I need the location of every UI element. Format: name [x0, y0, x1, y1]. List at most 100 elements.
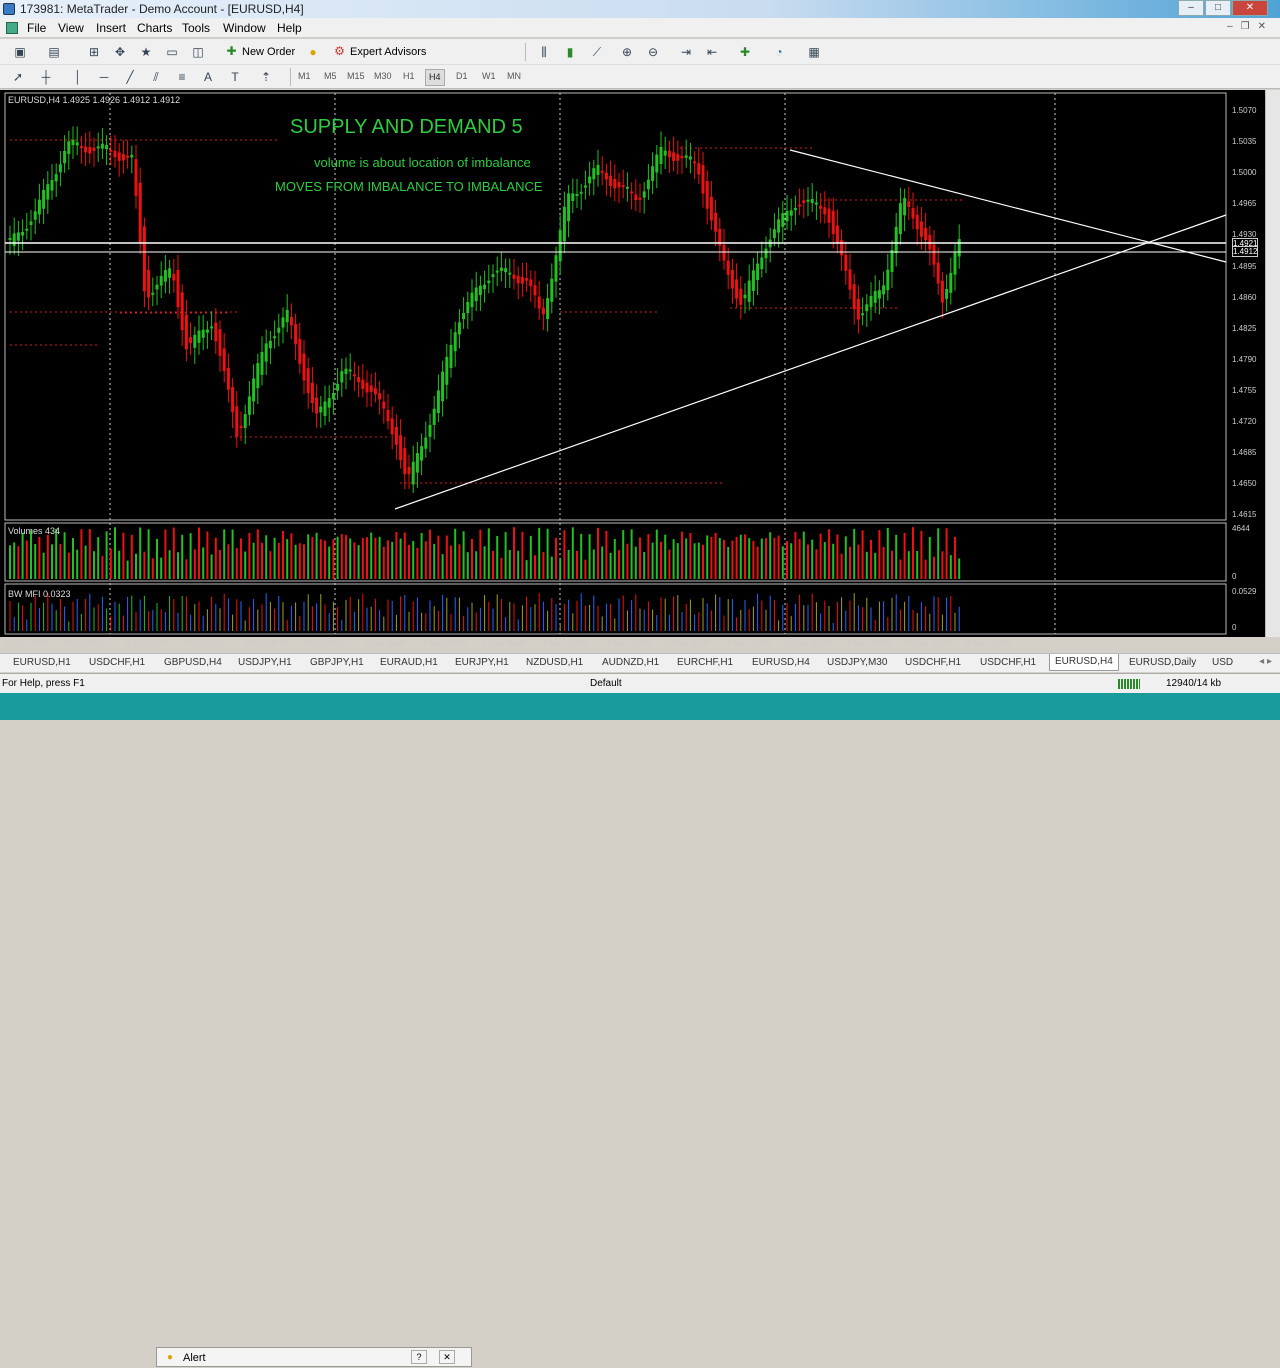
toolbar-separator	[525, 43, 526, 61]
crosshair-icon[interactable]: ┼	[38, 69, 54, 85]
trendline-icon[interactable]: ╱	[122, 69, 138, 85]
price-label: 1.5035	[1232, 137, 1257, 146]
chart-tab[interactable]: EURUSD,H1	[13, 657, 71, 668]
templates-icon[interactable]: ▦	[806, 44, 822, 60]
menu-file[interactable]: File	[27, 21, 46, 35]
zoom-in-icon[interactable]: ⊕	[619, 44, 635, 60]
chart-window[interactable]: EURUSD,H4 1.4925 1.4926 1.4912 1.4912 SU…	[0, 90, 1265, 648]
candle-body	[105, 144, 109, 150]
timeframe-d1[interactable]: D1	[456, 71, 468, 81]
title-bar: 173981: MetaTrader - Demo Account - [EUR…	[0, 0, 1280, 18]
new-order-button[interactable]: ✚ New Order	[222, 42, 295, 62]
terminal-icon[interactable]: ▭	[164, 44, 180, 60]
market-watch-icon[interactable]: ⊞	[86, 44, 102, 60]
timeframe-h1[interactable]: H1	[403, 71, 415, 81]
candle-body	[772, 229, 776, 239]
timeframe-m15[interactable]: M15	[347, 71, 365, 81]
candle-body	[88, 147, 92, 154]
menu-charts[interactable]: Charts	[137, 21, 172, 35]
chart-tab[interactable]: GBPUSD,H4	[164, 657, 222, 668]
maximize-button[interactable]: □	[1205, 0, 1231, 16]
cursor-icon[interactable]: ➚	[10, 69, 26, 85]
text-label-icon[interactable]: T	[227, 69, 243, 85]
periods-icon[interactable]: ◔	[771, 44, 787, 60]
tab-scroll-arrows[interactable]: ◂ ▸	[1259, 656, 1272, 667]
chart-tab[interactable]: USDCHF,H1	[905, 657, 961, 668]
navigator-icon[interactable]: ✥	[112, 44, 128, 60]
zoom-out-icon[interactable]: ⊖	[645, 44, 661, 60]
timeframe-m30[interactable]: M30	[374, 71, 392, 81]
menu-insert[interactable]: Insert	[96, 21, 126, 35]
chart-shift-icon[interactable]: ⇤	[704, 44, 720, 60]
alert-close-icon[interactable]: ✕	[439, 1350, 455, 1364]
timeframe-h4[interactable]: H4	[425, 69, 445, 86]
strategy-tester-icon[interactable]: ◫	[190, 44, 206, 60]
close-button[interactable]: ✕	[1232, 0, 1268, 16]
candle-body	[730, 269, 734, 289]
chart-tab[interactable]: EURUSD,Daily	[1129, 657, 1196, 668]
candle-body	[600, 170, 604, 173]
indicators-icon[interactable]: ✚	[737, 44, 753, 60]
menu-tools[interactable]: Tools	[182, 21, 210, 35]
candle-body	[210, 326, 214, 329]
candle-body	[789, 210, 793, 216]
alert-window[interactable]: ● Alert ? ✕	[156, 1347, 472, 1367]
annotation-line-1: volume is about location of imbalance	[314, 155, 531, 170]
timeframe-w1[interactable]: W1	[482, 71, 496, 81]
candle-body	[79, 146, 83, 149]
chart-tab[interactable]: EURJPY,H1	[455, 657, 509, 668]
desktop-background	[0, 693, 1280, 720]
profiles-icon[interactable]: ▤	[46, 44, 62, 60]
chart-tab-active[interactable]: EURUSD,H4	[1049, 654, 1119, 671]
candle-body	[130, 154, 134, 158]
vertical-line-icon[interactable]: │	[70, 69, 86, 85]
chart-tab[interactable]: USD	[1212, 657, 1233, 668]
candle-body	[436, 390, 440, 414]
text-icon[interactable]: A	[200, 69, 216, 85]
menu-view[interactable]: View	[58, 21, 84, 35]
menu-help[interactable]: Help	[277, 21, 302, 35]
chart-tab[interactable]: EURAUD,H1	[380, 657, 438, 668]
chart-tab[interactable]: USDJPY,H1	[238, 657, 292, 668]
candle-body	[319, 406, 323, 413]
chart-tab[interactable]: USDCHF,H1	[980, 657, 1036, 668]
candle-body	[588, 176, 592, 184]
chart-tab[interactable]: GBPJPY,H1	[310, 657, 364, 668]
alert-help-icon[interactable]: ?	[411, 1350, 427, 1364]
auto-scroll-icon[interactable]: ⇥	[678, 44, 694, 60]
fibonacci-icon[interactable]: ≡	[174, 69, 190, 85]
chart-tab[interactable]: NZDUSD,H1	[526, 657, 583, 668]
timeframe-mn[interactable]: MN	[507, 71, 521, 81]
chart-tab[interactable]: EURUSD,H4	[752, 657, 810, 668]
new-order-label: New Order	[242, 46, 296, 58]
chart-canvas[interactable]	[0, 90, 1265, 637]
favorites-icon[interactable]: ★	[138, 44, 154, 60]
chart-tab[interactable]: EURCHF,H1	[677, 657, 733, 668]
time-label: 26 Oct 08:00	[123, 639, 169, 648]
main-price-panel	[4, 92, 1227, 521]
bar-chart-icon[interactable]: ⫼	[536, 44, 552, 60]
chart-tab[interactable]: USDJPY,M30	[827, 657, 887, 668]
timeframe-m5[interactable]: M5	[324, 71, 337, 81]
candle-body	[239, 425, 243, 429]
timeframe-m1[interactable]: M1	[298, 71, 311, 81]
chart-tab[interactable]: AUDNZD,H1	[602, 657, 659, 668]
metaeditor-icon[interactable]: ●	[305, 44, 321, 60]
candlesticks-icon[interactable]: ▮	[562, 44, 578, 60]
candle-body	[785, 210, 789, 222]
candle-body	[869, 295, 873, 307]
minimize-button[interactable]: –	[1178, 0, 1204, 16]
arrows-icon[interactable]: ⇡	[258, 69, 274, 85]
equidistant-channel-icon[interactable]: ⫽	[148, 69, 164, 85]
candle-body	[701, 165, 705, 194]
line-chart-icon[interactable]: ⟋	[589, 44, 605, 60]
mdi-controls[interactable]: –❐✕	[1227, 21, 1274, 32]
expert-advisors-button[interactable]: ⚙ Expert Advisors	[330, 42, 426, 62]
chart-scrollbar[interactable]	[1265, 90, 1280, 637]
chart-tab[interactable]: USDCHF,H1	[89, 657, 145, 668]
candle-body	[861, 313, 865, 316]
candle-body	[504, 268, 508, 273]
menu-window[interactable]: Window	[223, 21, 266, 35]
new-chart-icon[interactable]: ▣	[12, 44, 28, 60]
horizontal-line-icon[interactable]: ─	[96, 69, 112, 85]
